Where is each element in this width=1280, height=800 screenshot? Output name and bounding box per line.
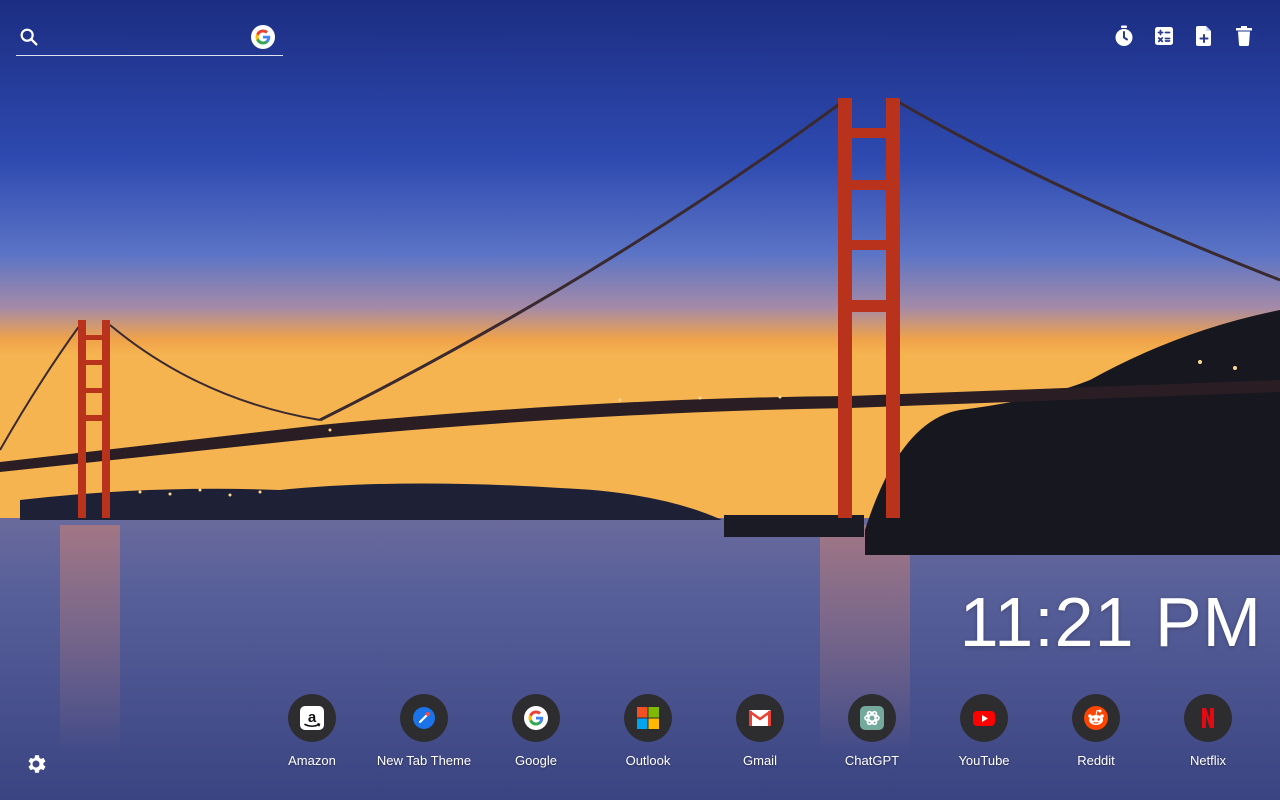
timer-icon[interactable]: [1112, 24, 1136, 48]
shortcut-label: Gmail: [743, 753, 777, 768]
shortcut-amazon[interactable]: a Amazon: [256, 694, 368, 768]
search-bar[interactable]: [16, 22, 283, 56]
shortcut-outlook-button[interactable]: [624, 694, 672, 742]
youtube-icon: [971, 705, 997, 731]
shortcut-netflix-button[interactable]: [1184, 694, 1232, 742]
shortcut-label: Google: [515, 753, 557, 768]
shortcut-gmail-button[interactable]: [736, 694, 784, 742]
shortcut-label: Outlook: [625, 753, 671, 768]
reddit-icon: [1083, 705, 1109, 731]
shortcut-label: ChatGPT: [844, 753, 900, 768]
svg-text:a: a: [308, 709, 317, 726]
add-note-icon[interactable]: [1192, 24, 1216, 48]
shortcut-chatgpt[interactable]: ChatGPT: [816, 694, 928, 768]
wallpaper: [0, 0, 1280, 800]
shortcut-amazon-button[interactable]: a: [288, 694, 336, 742]
shortcut-gmail[interactable]: Gmail: [704, 694, 816, 768]
amazon-icon: a: [299, 705, 325, 731]
clock: 11:21 PM: [959, 583, 1262, 661]
shortcut-google-button[interactable]: [512, 694, 560, 742]
shortcut-google[interactable]: Google: [480, 694, 592, 768]
shortcut-youtube-button[interactable]: [960, 694, 1008, 742]
shortcut-new-tab-theme-button[interactable]: [400, 694, 448, 742]
new-tab-theme-icon: [411, 705, 437, 731]
shortcut-reddit[interactable]: Reddit: [1040, 694, 1152, 768]
shortcut-reddit-button[interactable]: [1072, 694, 1120, 742]
gmail-icon: [747, 705, 773, 731]
shortcut-label: Reddit: [1077, 753, 1115, 768]
search-icon[interactable]: [18, 26, 40, 48]
shortcut-youtube[interactable]: YouTube: [928, 694, 1040, 768]
shortcut-outlook[interactable]: Outlook: [592, 694, 704, 768]
shortcut-netflix[interactable]: Netflix: [1152, 694, 1264, 768]
gear-icon[interactable]: [24, 752, 48, 776]
shortcut-label: New Tab Theme: [376, 753, 472, 768]
trash-icon[interactable]: [1232, 24, 1256, 48]
shortcut-chatgpt-button[interactable]: [848, 694, 896, 742]
shortcut-label: Amazon: [288, 753, 336, 768]
google-icon: [523, 705, 549, 731]
shortcut-label: Netflix: [1189, 753, 1227, 768]
microsoft-icon: [635, 705, 661, 731]
search-input[interactable]: [50, 24, 246, 50]
shortcut-label: YouTube: [958, 753, 1010, 768]
netflix-icon: [1195, 705, 1221, 731]
shortcut-new-tab-theme[interactable]: New Tab Theme: [368, 694, 480, 768]
chatgpt-icon: [859, 705, 885, 731]
google-icon[interactable]: [251, 25, 275, 49]
shortcuts-dock: a Amazon New Tab Theme Google Outlook Gm…: [256, 694, 1264, 768]
calculator-icon[interactable]: [1152, 24, 1176, 48]
toolbar: [1112, 24, 1256, 48]
